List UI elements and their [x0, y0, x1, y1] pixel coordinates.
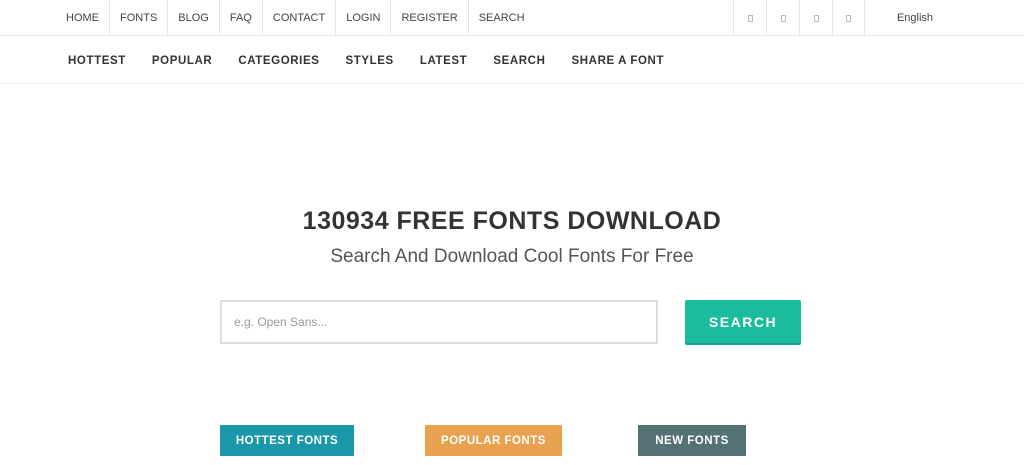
main-nav-search[interactable]: SEARCH [493, 55, 545, 67]
font-search-input[interactable] [220, 300, 658, 344]
social-icon-2[interactable] [766, 0, 799, 36]
main-nav-popular[interactable]: POPULAR [152, 55, 212, 67]
social-glyph-icon [780, 14, 786, 22]
main-nav-hottest[interactable]: HOTTEST [68, 55, 126, 67]
main-nav-styles[interactable]: STYLES [346, 55, 394, 67]
top-nav-fonts[interactable]: FONTS [110, 0, 169, 36]
top-nav-faq[interactable]: FAQ [220, 0, 263, 36]
social-glyph-icon [813, 14, 819, 22]
main-nav-latest[interactable]: LATEST [420, 55, 467, 67]
top-utility-bar: HOME FONTS BLOG FAQ CONTACT LOGIN REGIST… [0, 0, 1024, 36]
search-button[interactable]: SEARCH [685, 300, 801, 343]
hottest-fonts-button[interactable]: HOTTEST FONTS [220, 425, 354, 456]
page-title: 130934 FREE FONTS DOWNLOAD [302, 207, 722, 235]
language-selector[interactable]: English [864, 0, 966, 36]
social-icon-3[interactable] [799, 0, 832, 36]
social-links [733, 0, 865, 36]
top-nav: HOME FONTS BLOG FAQ CONTACT LOGIN REGIST… [56, 0, 535, 36]
social-glyph-icon [846, 14, 851, 22]
top-nav-login[interactable]: LOGIN [336, 0, 392, 36]
top-nav-home[interactable]: HOME [56, 0, 110, 36]
top-nav-register[interactable]: REGISTER [391, 0, 469, 36]
social-icon-4[interactable] [832, 0, 865, 36]
main-nav: HOTTEST POPULAR CATEGORIES STYLES LATEST… [0, 37, 1024, 84]
top-nav-contact[interactable]: CONTACT [263, 0, 337, 36]
social-icon-1[interactable] [733, 0, 766, 36]
new-fonts-button[interactable]: NEW FONTS [638, 425, 746, 456]
page-subtitle: Search And Download Cool Fonts For Free [330, 246, 694, 267]
top-nav-search[interactable]: SEARCH [469, 0, 535, 36]
popular-fonts-button[interactable]: POPULAR FONTS [425, 425, 562, 456]
main-nav-share-a-font[interactable]: SHARE A FONT [571, 55, 664, 67]
top-nav-blog[interactable]: BLOG [168, 0, 220, 36]
main-nav-categories[interactable]: CATEGORIES [238, 55, 319, 67]
main-nav-items: HOTTEST POPULAR CATEGORIES STYLES LATEST… [68, 37, 690, 84]
social-glyph-icon [747, 14, 753, 22]
